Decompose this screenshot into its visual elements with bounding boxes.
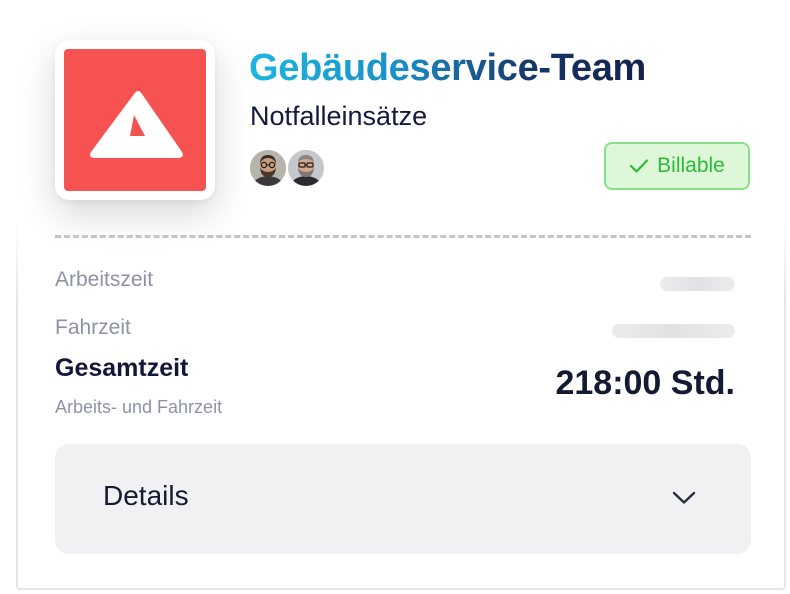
arbeitszeit-label: Arbeitszeit <box>55 268 154 291</box>
details-label: Details <box>103 480 189 511</box>
avatar-man-glasses-beard-icon <box>250 150 286 186</box>
member-avatar[interactable] <box>248 148 288 188</box>
team-logo <box>55 40 215 200</box>
team-logo-background <box>64 49 206 191</box>
member-avatar[interactable] <box>286 148 326 188</box>
total-time-value: 218:00 Std. <box>555 364 735 402</box>
fahrzeit-value-placeholder <box>612 324 735 338</box>
section-divider <box>55 235 751 238</box>
mountain-logo-icon <box>90 91 183 158</box>
arbeitszeit-value-placeholder <box>660 277 735 291</box>
fahrzeit-label: Fahrzeit <box>55 316 131 339</box>
total-time-sublabel: Arbeits- und Fahrzeit <box>55 397 223 417</box>
billable-label: Billable <box>657 154 725 177</box>
billable-badge: Billable <box>604 142 750 190</box>
team-subtitle: Notfalleinsätze <box>250 101 428 131</box>
total-time-label: Gesamtzeit <box>55 354 189 382</box>
team-title: Gebäudeservice-Team <box>249 47 647 89</box>
check-icon <box>629 158 649 174</box>
chevron-down-icon[interactable] <box>671 490 697 511</box>
avatar-man-glasses-grey-beard-icon <box>288 150 324 186</box>
details-accordion[interactable]: Details <box>55 444 751 554</box>
